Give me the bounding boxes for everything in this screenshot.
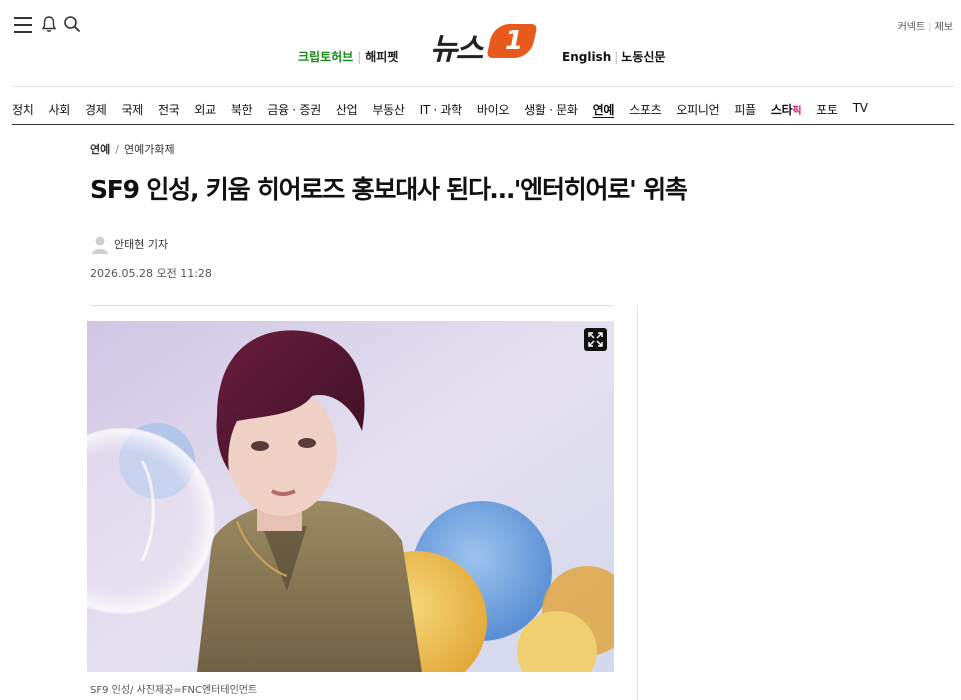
nav-item-real-estate[interactable]: 부동산 bbox=[372, 101, 405, 117]
nav-item-bio[interactable]: 바이오 bbox=[477, 101, 510, 117]
breadcrumb-section[interactable]: 연예 bbox=[90, 143, 110, 156]
connect-link[interactable]: 커넥트 bbox=[898, 22, 926, 33]
language-links: English | 노동신문 bbox=[562, 50, 666, 64]
photo-caption: SF9 인성/ 사진제공=FNC엔터테인먼트 bbox=[90, 685, 258, 696]
sidebar-divider bbox=[637, 305, 638, 700]
nav-item-it-science[interactable]: IT · 과학 bbox=[420, 101, 463, 117]
logo-badge: 1 bbox=[486, 24, 538, 58]
partner-link-crypto[interactable]: 크립토허브 bbox=[298, 50, 353, 64]
avatar-icon bbox=[92, 236, 108, 254]
site-logo[interactable]: 뉴스 1 bbox=[430, 22, 538, 67]
nav-divider bbox=[12, 124, 954, 125]
breadcrumb-subsection[interactable]: 연예가화제 bbox=[124, 143, 175, 156]
pick-label: 픽 bbox=[792, 106, 802, 117]
logo-number: 1 bbox=[505, 26, 524, 56]
nav-item-nationwide[interactable]: 전국 bbox=[158, 101, 180, 117]
nav-item-international[interactable]: 국제 bbox=[121, 101, 143, 117]
nav-item-photo[interactable]: 포토 bbox=[816, 101, 838, 117]
header-divider bbox=[12, 86, 954, 87]
author-name: 안태현 기자 bbox=[114, 238, 169, 251]
publish-date: 2026.05.28 오전 11:28 bbox=[90, 267, 212, 280]
nav-item-opinion[interactable]: 오피니언 bbox=[676, 101, 719, 117]
partner-link-pet[interactable]: 해피펫 bbox=[365, 50, 398, 64]
nav-item-people[interactable]: 피플 bbox=[734, 101, 756, 117]
search-icon[interactable] bbox=[63, 15, 81, 33]
partner-links: 크립토허브 | 해피펫 bbox=[298, 50, 399, 64]
report-link[interactable]: 제보 bbox=[935, 22, 953, 33]
nav-item-tv[interactable]: TV bbox=[853, 101, 868, 117]
author-info[interactable]: 안태현 기자 bbox=[90, 234, 168, 254]
expand-arrows-icon bbox=[588, 332, 603, 347]
labor-news-link[interactable]: 노동신문 bbox=[621, 50, 665, 64]
nav-item-society[interactable]: 사회 bbox=[48, 101, 70, 117]
nav-item-star-pick[interactable]: 스타픽 bbox=[770, 101, 802, 117]
logo-wordmark: 뉴스 bbox=[430, 32, 483, 67]
article-photo[interactable] bbox=[87, 321, 614, 672]
nav-item-politics[interactable]: 정치 bbox=[12, 101, 34, 117]
expand-icon[interactable] bbox=[584, 328, 607, 351]
star-label: 스타 bbox=[770, 103, 793, 117]
article-headline: SF9 인성, 키움 히어로즈 홍보대사 된다…'엔터히어로' 위촉 bbox=[90, 175, 688, 204]
top-header: 크립토허브 | 해피펫 뉴스 1 English | 노동신문 커넥트 | 제보 bbox=[0, 0, 961, 86]
menu-icon[interactable] bbox=[14, 17, 32, 33]
bell-icon[interactable] bbox=[41, 15, 57, 33]
article-divider bbox=[90, 305, 613, 306]
breadcrumb: 연예 / 연예가화제 bbox=[90, 143, 175, 156]
nav-item-sports[interactable]: 스포츠 bbox=[629, 101, 662, 117]
nav-item-north-korea[interactable]: 북한 bbox=[231, 101, 253, 117]
english-link[interactable]: English bbox=[562, 50, 611, 64]
nav-item-diplomacy[interactable]: 외교 bbox=[194, 101, 216, 117]
category-nav: 정치 사회 경제 국제 전국 외교 북한 금융 · 증권 산업 부동산 IT ·… bbox=[12, 101, 883, 117]
nav-item-economy[interactable]: 경제 bbox=[85, 101, 107, 117]
nav-item-industry[interactable]: 산업 bbox=[336, 101, 358, 117]
nav-item-finance[interactable]: 금융 · 증권 bbox=[267, 101, 321, 117]
utility-links: 커넥트 | 제보 bbox=[897, 22, 953, 33]
nav-item-entertainment[interactable]: 연예 bbox=[593, 101, 615, 117]
nav-item-life-culture[interactable]: 생활 · 문화 bbox=[524, 101, 578, 117]
